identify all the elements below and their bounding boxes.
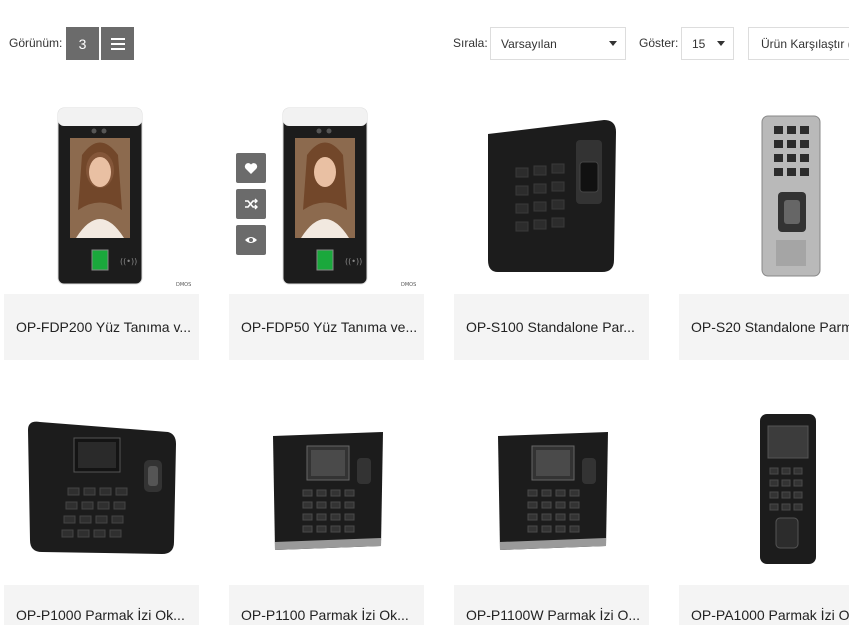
access-terminal-image[interactable]: [679, 392, 849, 582]
product-name[interactable]: OP-FDP50 Yüz Tanıma ve...: [229, 294, 424, 360]
time-attendance-image[interactable]: [4, 392, 199, 582]
caret-down-icon: [609, 41, 617, 46]
product-toolbar: Görünüm: 3 Sırala: Varsayılan Göster: 15…: [0, 0, 849, 90]
product-hover-actions: [236, 153, 266, 261]
time-attendance-image[interactable]: [454, 392, 649, 582]
show-select[interactable]: 15: [681, 27, 734, 60]
time-attendance-image[interactable]: [229, 392, 424, 582]
show-value: 15: [692, 36, 706, 51]
sort-value: Varsayılan: [501, 36, 557, 51]
wishlist-button[interactable]: [236, 153, 266, 183]
product-name[interactable]: OP-P1100 Parmak İzi Ok...: [229, 585, 424, 625]
product-name[interactable]: OP-S20 Standalone Parm: [679, 294, 849, 360]
slim-keypad-image[interactable]: [679, 100, 849, 290]
quick-view-button[interactable]: [236, 225, 266, 255]
product-name[interactable]: OP-P1000 Parmak İzi Ok...: [4, 585, 199, 625]
list-view-button[interactable]: [101, 27, 134, 60]
product-name[interactable]: OP-FDP200 Yüz Tanıma v...: [4, 294, 199, 360]
product-name[interactable]: OP-P1100W Parmak İzi O...: [454, 585, 649, 625]
svg-text:((•)): ((•)): [120, 257, 137, 266]
shuffle-icon: [245, 198, 258, 210]
compare-product-button[interactable]: [236, 189, 266, 219]
show-label: Göster:: [639, 36, 679, 50]
product-name[interactable]: OP-S100 Standalone Par...: [454, 294, 649, 360]
grid-view-button[interactable]: 3: [66, 27, 99, 60]
svg-text:((•)): ((•)): [345, 257, 362, 266]
view-label: Görünüm:: [9, 36, 63, 50]
sort-select[interactable]: Varsayılan: [490, 27, 626, 60]
standalone-keypad-image[interactable]: [454, 100, 649, 290]
list-icon: [110, 37, 125, 50]
product-name[interactable]: OP-PA1000 Parmak İzi O...: [679, 585, 849, 625]
caret-down-icon: [717, 41, 725, 46]
sort-label: Sırala:: [453, 36, 488, 50]
svg-text:DMOS: DMOS: [176, 282, 191, 288]
eye-icon: [245, 237, 257, 243]
compare-button[interactable]: Ürün Karşılaştır (0): [748, 27, 849, 60]
svg-text:DMOS: DMOS: [401, 282, 416, 288]
heart-icon: [244, 162, 258, 174]
face-terminal-image[interactable]: ((•)) DMOS: [4, 100, 199, 290]
